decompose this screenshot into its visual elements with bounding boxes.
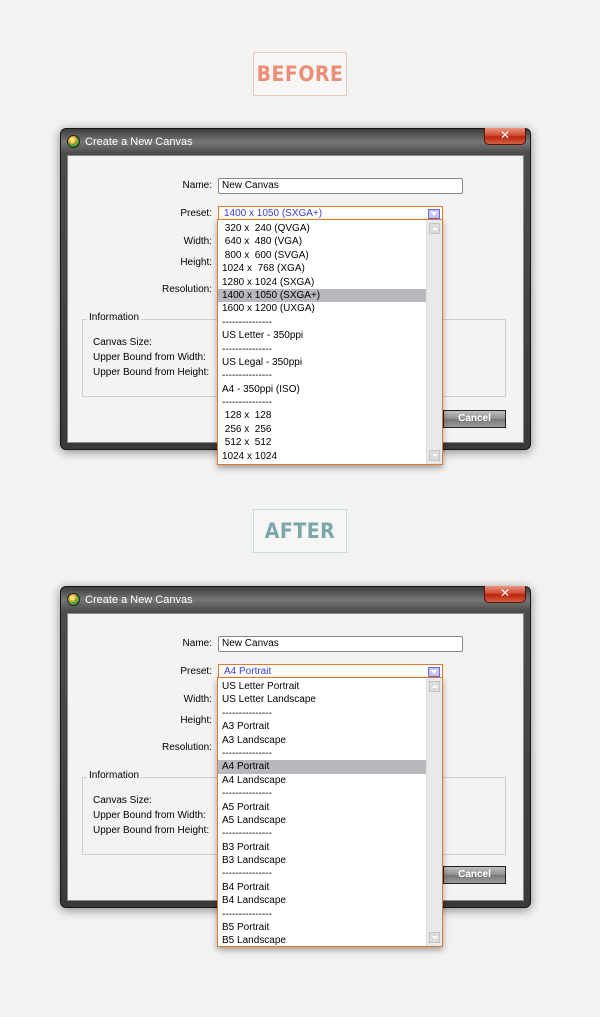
after-label: AFTER xyxy=(253,509,347,553)
preset-dropdown-list-after[interactable]: US Letter Portrait US Letter Landscape ---… xyxy=(217,677,443,947)
title-bar[interactable]: Create a New Canvas ✕ xyxy=(61,128,530,155)
option-separator: --------------- xyxy=(222,316,272,328)
option-separator: --------------- xyxy=(222,707,272,719)
option-separator: --------------- xyxy=(222,828,272,840)
scroll-up-icon[interactable] xyxy=(429,681,440,692)
preset-option[interactable]: 320 x 240 (QVGA) xyxy=(218,222,427,235)
scroll-down-icon[interactable] xyxy=(429,450,440,461)
preset-value: 1400 x 1050 (SXGA+) xyxy=(224,208,323,219)
preset-options: 320 x 240 (QVGA) 640 x 480 (VGA) 800 x 6… xyxy=(218,222,427,463)
window-title: Create a New Canvas xyxy=(85,136,193,148)
before-label: BEFORE xyxy=(253,52,347,96)
preset-option[interactable]: A4 Portrait xyxy=(218,760,427,774)
option-separator: --------------- xyxy=(222,397,272,409)
option-separator: --------------- xyxy=(222,370,272,382)
resolution-label: Resolution: xyxy=(161,742,212,753)
close-button[interactable]: ✕ xyxy=(484,128,526,145)
width-label: Width: xyxy=(183,236,212,247)
canvas-size-label: Canvas Size: xyxy=(93,337,152,348)
canvas-size-label: Canvas Size: xyxy=(93,795,152,806)
preset-option[interactable]: A5 Portrait xyxy=(218,801,427,814)
preset-option[interactable]: 1280 x 1024 (SXGA) xyxy=(218,276,427,289)
app-icon xyxy=(67,593,80,606)
window-title: Create a New Canvas xyxy=(85,594,193,606)
option-separator: --------------- xyxy=(222,343,272,355)
option-separator: --------------- xyxy=(222,788,272,800)
scroll-down-icon[interactable] xyxy=(429,932,440,943)
preset-option[interactable]: A3 Landscape xyxy=(218,734,427,747)
preset-option[interactable]: B5 Portrait xyxy=(218,921,427,934)
chevron-down-icon[interactable] xyxy=(428,209,440,219)
preset-option[interactable]: 640 x 480 (VGA) xyxy=(218,235,427,248)
preset-option[interactable]: B4 Landscape xyxy=(218,894,427,907)
preset-option[interactable]: 1400 x 1050 (SXGA+) xyxy=(218,288,427,303)
preset-option[interactable]: B3 Portrait xyxy=(218,841,427,854)
name-label: Name: xyxy=(182,638,212,649)
preset-option[interactable]: US Letter - 350ppi xyxy=(218,329,427,342)
chevron-down-icon[interactable] xyxy=(428,667,440,677)
preset-label: Preset: xyxy=(180,666,212,677)
preset-option[interactable]: 512 x 512 xyxy=(218,436,427,449)
preset-option[interactable]: US Letter Portrait xyxy=(218,680,427,693)
close-button[interactable]: ✕ xyxy=(484,586,526,603)
preset-label: Preset: xyxy=(180,208,212,219)
preset-option[interactable]: 128 x 128 xyxy=(218,409,427,422)
preset-value: A4 Portrait xyxy=(224,666,272,677)
preset-option[interactable]: B4 Portrait xyxy=(218,881,427,894)
scroll-up-icon[interactable] xyxy=(429,223,440,234)
information-title: Information xyxy=(87,312,142,323)
upper-bound-width-label: Upper Bound from Width: xyxy=(93,810,206,821)
preset-option[interactable]: B5 Landscape xyxy=(218,934,427,946)
information-title: Information xyxy=(87,770,142,781)
scrollbar[interactable] xyxy=(426,678,442,946)
height-label: Height: xyxy=(180,257,212,268)
preset-option[interactable]: A3 Portrait xyxy=(218,720,427,733)
preset-option[interactable]: A4 - 350ppi (ISO) xyxy=(218,383,427,396)
upper-bound-width-label: Upper Bound from Width: xyxy=(93,352,206,363)
preset-option[interactable]: US Legal - 350ppi xyxy=(218,356,427,369)
option-separator: --------------- xyxy=(222,747,272,759)
title-bar[interactable]: Create a New Canvas ✕ xyxy=(61,586,530,613)
scrollbar[interactable] xyxy=(426,220,442,464)
name-input[interactable]: New Canvas xyxy=(218,636,463,652)
option-separator: --------------- xyxy=(222,908,272,920)
preset-option[interactable]: B3 Landscape xyxy=(218,854,427,867)
cancel-button[interactable]: Cancel xyxy=(443,410,506,428)
preset-dropdown-list-before[interactable]: 320 x 240 (QVGA) 640 x 480 (VGA) 800 x 6… xyxy=(217,219,443,465)
preset-option[interactable]: 800 x 600 (SVGA) xyxy=(218,249,427,262)
preset-options: US Letter Portrait US Letter Landscape ---… xyxy=(218,680,427,946)
preset-option[interactable]: 1600 x 1200 (UXGA) xyxy=(218,302,427,315)
name-input[interactable]: New Canvas xyxy=(218,178,463,194)
cancel-button[interactable]: Cancel xyxy=(443,866,506,884)
preset-option[interactable]: A5 Landscape xyxy=(218,814,427,827)
preset-option[interactable]: 1024 x 1024 xyxy=(218,450,427,463)
width-label: Width: xyxy=(183,694,212,705)
preset-option[interactable]: US Letter Landscape xyxy=(218,693,427,706)
upper-bound-height-label: Upper Bound from Height: xyxy=(93,825,210,836)
preset-option[interactable]: 256 x 256 xyxy=(218,423,427,436)
upper-bound-height-label: Upper Bound from Height: xyxy=(93,367,210,378)
preset-option[interactable]: 1024 x 768 (XGA) xyxy=(218,262,427,275)
app-icon xyxy=(67,135,80,148)
option-separator: --------------- xyxy=(222,868,272,880)
preset-option[interactable]: A4 Landscape xyxy=(218,774,427,787)
height-label: Height: xyxy=(180,715,212,726)
resolution-label: Resolution: xyxy=(161,284,212,295)
name-label: Name: xyxy=(182,180,212,191)
